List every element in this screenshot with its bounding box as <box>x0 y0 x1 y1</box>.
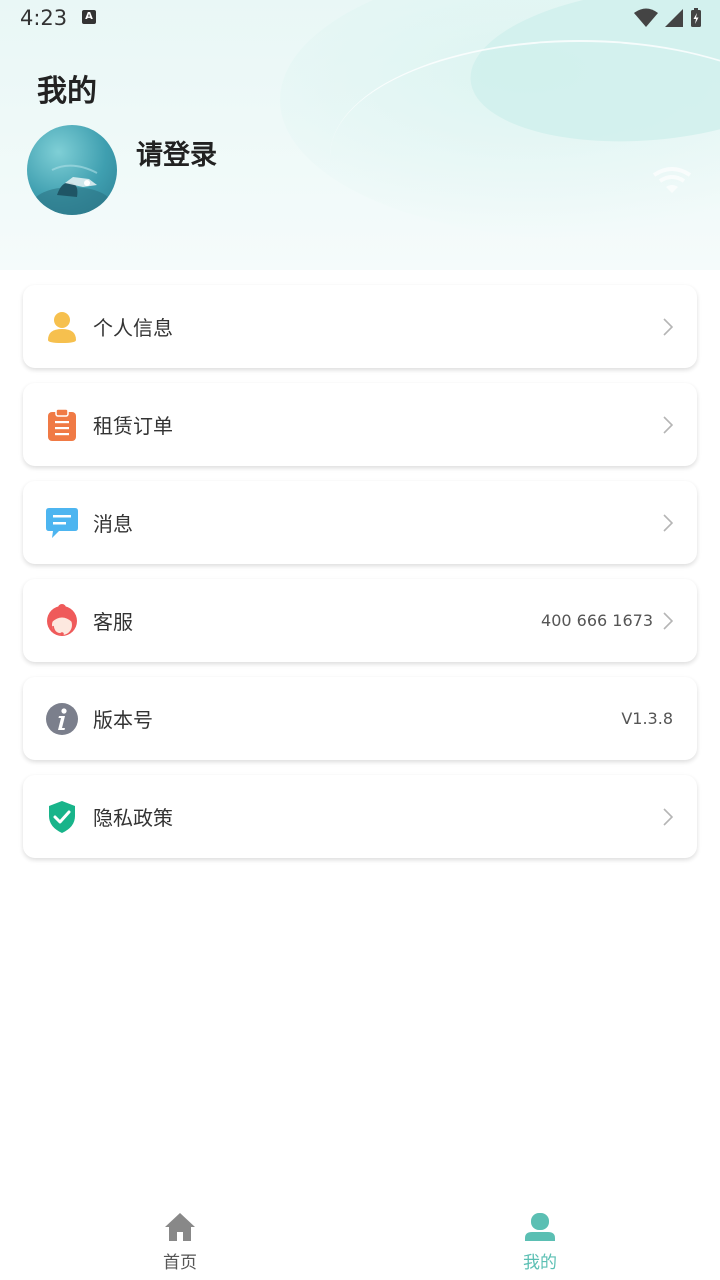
battery-charging-icon <box>691 8 701 27</box>
menu-item-rental-orders[interactable]: 租赁订单 <box>23 383 697 466</box>
avatar-image <box>32 164 112 215</box>
service-phone-number[interactable]: 400 666 1673 <box>541 611 653 630</box>
menu-item-label: 客服 <box>93 610 133 634</box>
menu-item-personal-info[interactable]: 个人信息 <box>23 285 697 368</box>
tab-mine[interactable]: 我的 <box>500 1212 580 1273</box>
chevron-right-icon <box>663 317 673 336</box>
cellular-signal-icon <box>665 9 683 27</box>
notification-a-icon: A <box>82 10 96 24</box>
chevron-right-icon <box>663 415 673 434</box>
menu-item-messages[interactable]: 消息 <box>23 481 697 564</box>
decorative-signal-icon <box>652 167 692 193</box>
version-number: V1.3.8 <box>621 709 673 728</box>
chevron-right-icon <box>663 807 673 826</box>
menu-item-version: 版本号 V1.3.8 <box>23 677 697 760</box>
menu-item-privacy-policy[interactable]: 隐私政策 <box>23 775 697 858</box>
wifi-icon <box>634 8 658 27</box>
menu-item-label: 个人信息 <box>93 316 173 340</box>
message-icon <box>45 506 79 540</box>
bottom-tab-bar: 首页 我的 <box>0 1200 720 1280</box>
tab-home[interactable]: 首页 <box>140 1212 220 1273</box>
info-icon <box>45 702 79 736</box>
menu-item-customer-service[interactable]: 客服 400 666 1673 <box>23 579 697 662</box>
tab-label: 首页 <box>163 1253 197 1273</box>
avatar[interactable] <box>27 125 117 215</box>
profile-header: 4:23 A 我的 请登录 <box>0 0 720 270</box>
menu-item-label: 隐私政策 <box>93 806 173 830</box>
tab-label: 我的 <box>523 1253 557 1273</box>
profile-icon <box>525 1213 555 1241</box>
chevron-right-icon <box>663 611 673 630</box>
chevron-right-icon <box>663 513 673 532</box>
menu-item-label: 消息 <box>93 512 133 536</box>
shield-check-icon <box>45 800 79 834</box>
menu-item-label: 版本号 <box>93 708 153 732</box>
clipboard-icon <box>45 407 79 442</box>
status-time: 4:23 <box>20 6 68 30</box>
status-bar: 4:23 A <box>0 0 720 36</box>
home-icon <box>165 1213 195 1241</box>
login-prompt[interactable]: 请登录 <box>136 133 217 172</box>
customer-service-icon <box>45 603 79 638</box>
page-title: 我的 <box>37 74 97 109</box>
menu-item-label: 租赁订单 <box>93 414 173 438</box>
menu-list: 个人信息 租赁订单 消息 客服 400 666 1673 版本号 V1.3.8 … <box>23 285 697 873</box>
user-icon <box>45 310 79 344</box>
